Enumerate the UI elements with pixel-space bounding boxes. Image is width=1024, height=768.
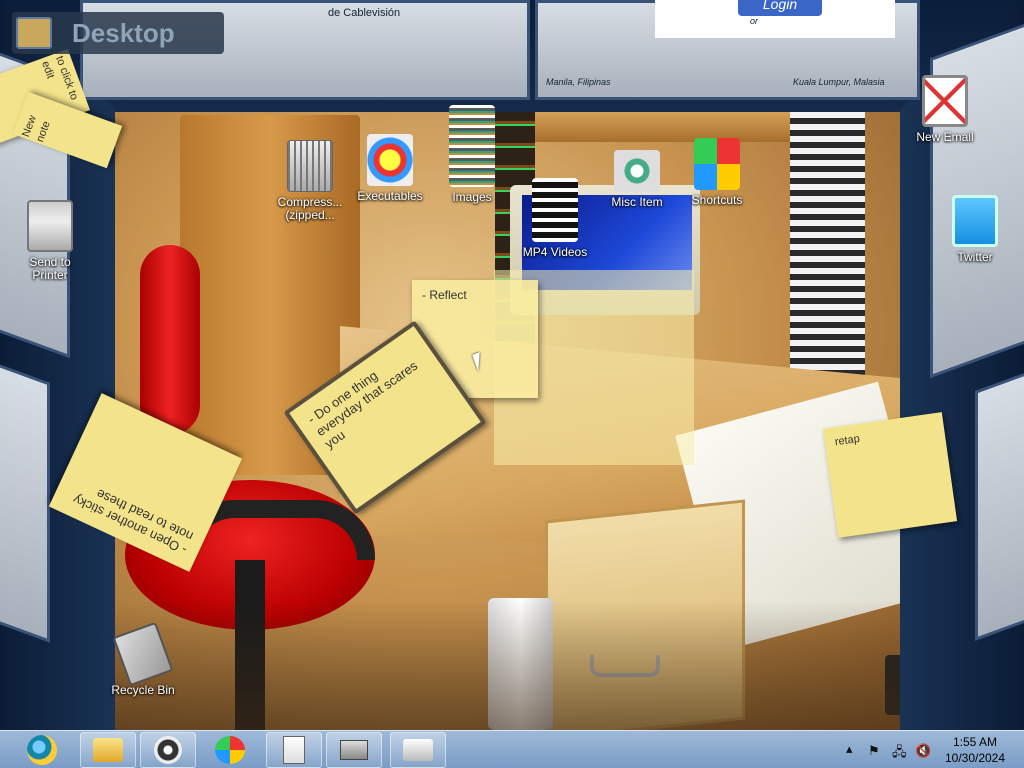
taskbar-clock[interactable]: 1:55 AM 10/30/2024	[940, 734, 1010, 766]
taskbar-app-paint[interactable]	[202, 732, 258, 768]
media-player-icon	[154, 736, 182, 764]
icon-label: MP4 Videos	[522, 245, 588, 259]
desktop-icon-recycle-bin[interactable]: Recycle Bin	[103, 621, 183, 697]
misc-icon	[614, 150, 660, 192]
taskbar-app-document[interactable]	[266, 732, 322, 768]
icon-label: Executables	[357, 189, 423, 203]
chair-back	[140, 245, 200, 435]
taskbar-app-explorer[interactable]	[80, 732, 136, 768]
paint-icon	[215, 736, 245, 764]
taskbar-app-device[interactable]	[326, 732, 382, 768]
desktop-tile-icon	[16, 17, 52, 49]
taskbar: ▴ ⚑ 🖧 🔇 1:55 AM 10/30/2024	[0, 730, 1024, 768]
login-sub-text: or	[750, 16, 759, 26]
file-explorer-icon	[93, 738, 123, 762]
desktop-icon-images[interactable]: Images	[432, 105, 512, 204]
panel-top-left-text: de Cablevisión	[328, 7, 401, 19]
icon-label: Recycle Bin	[111, 683, 175, 697]
panel-left-lower[interactable]	[0, 357, 50, 643]
action-center-flag-icon[interactable]: ⚑	[868, 743, 880, 759]
icon-label: Images	[452, 190, 492, 204]
icon-label: New Email	[916, 130, 974, 144]
panel-right-lower[interactable]	[975, 369, 1024, 641]
twitter-icon	[952, 195, 998, 247]
bookshelf-right	[790, 112, 865, 402]
desktop-icon-executables[interactable]: Executables	[350, 134, 430, 203]
taskbar-app-media-player[interactable]	[140, 732, 196, 768]
desktop-icon-send-to-printer[interactable]: Send to Printer	[10, 200, 90, 282]
city-right: Kuala Lumpur, Malasia	[793, 77, 885, 87]
printer-icon	[27, 200, 73, 252]
icon-label: Compress... (zipped...	[277, 195, 343, 222]
login-button[interactable]: Login	[738, 0, 822, 16]
volume-muted-icon[interactable]: 🔇	[915, 743, 931, 759]
shortcuts-icon	[694, 138, 740, 190]
icon-label: Send to Printer	[29, 255, 71, 282]
document-icon	[283, 736, 305, 764]
desktop-icon-misc-item[interactable]: Misc Item	[597, 150, 677, 209]
desktop-icon-twitter[interactable]: Twitter	[935, 195, 1015, 264]
icon-label: Shortcuts	[691, 193, 743, 207]
recycle-bin-icon	[112, 621, 174, 687]
zip-folder-icon	[287, 140, 333, 192]
desktop-title[interactable]: Desktop	[12, 12, 224, 54]
email-icon	[922, 75, 968, 127]
desktop-icon-shortcuts[interactable]: Shortcuts	[677, 138, 757, 207]
icon-label: Twitter	[957, 250, 993, 264]
icon-label: Misc Item	[611, 195, 663, 209]
video-icon	[532, 178, 578, 242]
taskbar-app-ie[interactable]	[14, 732, 70, 768]
desktop-icon-mp4-videos[interactable]: MP4 Videos	[515, 178, 595, 259]
network-icon[interactable]: 🖧	[892, 743, 907, 765]
internet-explorer-icon	[27, 735, 57, 765]
city-left: Manila, Filipinas	[546, 77, 611, 87]
desktop-icon-compressed[interactable]: Compress... (zipped...	[270, 140, 350, 222]
desktop-3d-room: de Cablevisión Manila, Filipinas Kuala L…	[0, 0, 1024, 730]
desktop-title-text: Desktop	[72, 17, 175, 48]
show-hidden-icons-chevron-icon[interactable]: ▴	[846, 741, 853, 757]
sticky-note-retap[interactable]: retap	[822, 412, 958, 538]
clock-time: 1:55 AM	[952, 735, 998, 749]
network-app-icon	[403, 739, 433, 761]
executables-icon	[367, 134, 413, 186]
images-icon	[449, 105, 495, 187]
taskbar-app-network[interactable]	[390, 732, 446, 768]
clock-date: 10/30/2024	[944, 751, 1006, 765]
desktop-icon-new-email[interactable]: New Email	[905, 75, 985, 144]
device-icon	[340, 740, 368, 760]
